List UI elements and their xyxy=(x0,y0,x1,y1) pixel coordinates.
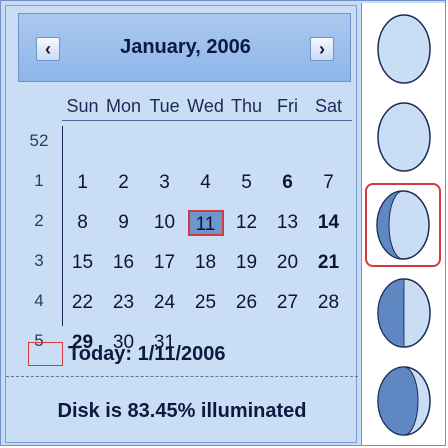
weekday-label: Mon xyxy=(105,96,141,116)
weekday-label: Thu xyxy=(230,96,263,116)
day-cell[interactable]: 20 xyxy=(270,250,306,276)
weekday-label: Tue xyxy=(149,96,180,116)
day-cell[interactable]: 5 xyxy=(229,170,265,196)
day-cell[interactable]: 10 xyxy=(147,210,183,236)
chevron-left-icon: ‹ xyxy=(45,38,51,59)
weekday-header-row: Sun Mon Tue Wed Thu Fri Sat xyxy=(62,96,352,121)
day-cell[interactable]: 18 xyxy=(188,250,224,276)
day-cell[interactable]: 3 xyxy=(147,170,183,196)
week-number: 1 xyxy=(34,171,44,190)
moon-phase-item[interactable] xyxy=(364,359,444,443)
weekday-label: Sun xyxy=(66,96,99,116)
illumination-status: Disk is 83.45% illuminated xyxy=(57,400,307,422)
day-cell[interactable]: 14 xyxy=(311,210,347,236)
day-cell[interactable]: 15 xyxy=(65,250,101,276)
calendar-header: ‹ January, 2006 › xyxy=(18,13,351,82)
moon-phase-item[interactable] xyxy=(364,95,444,179)
day-cell[interactable]: 7 xyxy=(311,170,347,196)
moon-phase-item[interactable] xyxy=(364,271,444,355)
moon-phase-item[interactable] xyxy=(365,183,441,267)
chevron-right-icon: › xyxy=(319,38,325,59)
week-number: 4 xyxy=(34,291,44,310)
week-number: 2 xyxy=(34,211,44,230)
day-cell[interactable]: 13 xyxy=(270,210,306,236)
day-cell[interactable]: 9 xyxy=(106,210,142,236)
day-cell[interactable]: 8 xyxy=(65,210,101,236)
weekday-label: Fri xyxy=(277,96,298,116)
moon-phase-icon xyxy=(377,14,431,84)
day-cell[interactable]: 21 xyxy=(311,250,347,276)
moon-phase-icon xyxy=(376,190,430,260)
day-cell[interactable]: 6 xyxy=(270,170,306,196)
moon-phase-icon xyxy=(377,102,431,172)
week-number: 3 xyxy=(34,251,44,270)
month-title: January, 2006 xyxy=(120,36,251,58)
moon-calendar-window: ‹ January, 2006 › Sun Mon Tue Wed Thu Fr… xyxy=(0,0,446,446)
day-cell[interactable]: 2 xyxy=(106,170,142,196)
weekday-label: Wed xyxy=(187,96,224,116)
next-month-button[interactable]: › xyxy=(310,37,334,61)
day-cell[interactable]: 12 xyxy=(229,210,265,236)
prev-month-button[interactable]: ‹ xyxy=(36,37,60,61)
day-cell[interactable]: 22 xyxy=(65,290,101,316)
moon-phase-icon xyxy=(377,366,431,436)
week-number: 52 xyxy=(29,131,49,150)
weekday-label: Sat xyxy=(314,96,343,116)
day-cell[interactable]: 27 xyxy=(270,290,306,316)
day-cell[interactable]: 17 xyxy=(147,250,183,276)
day-cell[interactable]: 25 xyxy=(188,290,224,316)
calendar-panel: ‹ January, 2006 › Sun Mon Tue Wed Thu Fr… xyxy=(5,5,358,443)
week-number-divider xyxy=(62,126,63,326)
day-cell[interactable]: 16 xyxy=(106,250,142,276)
moon-phase-icon xyxy=(377,278,431,348)
moon-phase-item[interactable] xyxy=(364,7,444,91)
day-cell[interactable]: 1 xyxy=(65,170,101,196)
separator xyxy=(6,376,358,377)
day-cell[interactable]: 24 xyxy=(147,290,183,316)
moon-phase-panel xyxy=(361,3,445,445)
day-cell[interactable]: 26 xyxy=(229,290,265,316)
today-label: Today: 1/11/2006 xyxy=(68,343,226,365)
day-cell-selected[interactable]: 11 xyxy=(187,210,224,236)
day-cell[interactable]: 28 xyxy=(311,290,347,316)
day-cell[interactable]: 19 xyxy=(229,250,265,276)
day-cell[interactable]: 23 xyxy=(106,290,142,316)
day-cell[interactable]: 4 xyxy=(188,170,224,196)
today-marker-box xyxy=(28,342,63,366)
